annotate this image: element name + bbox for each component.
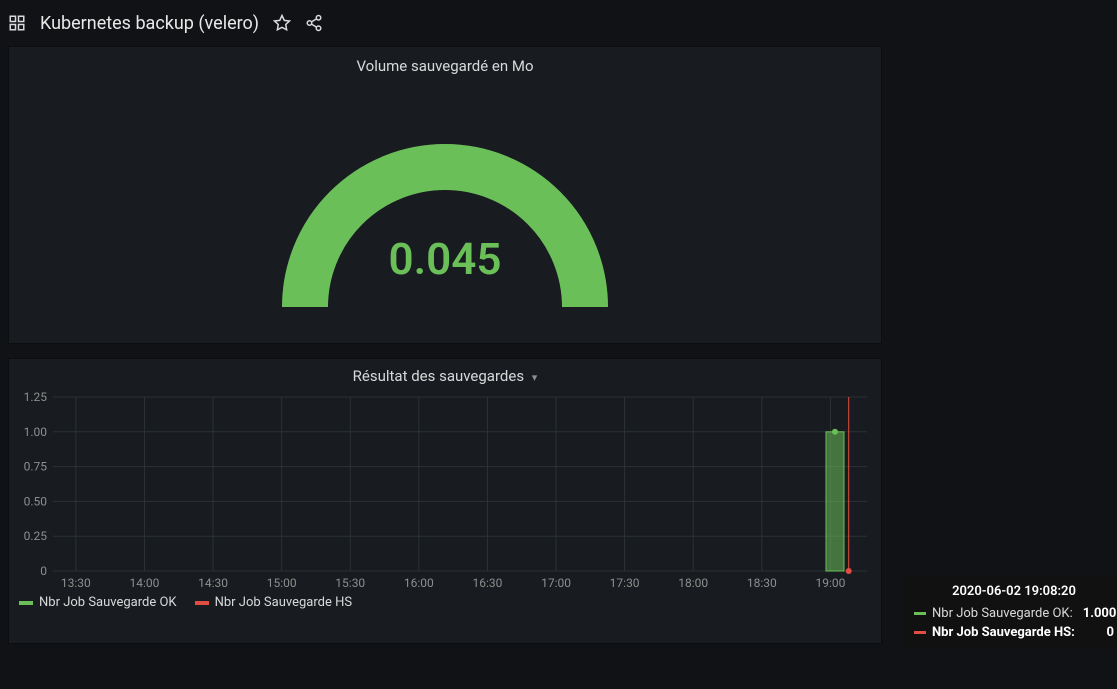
tooltip-label-ok: Nbr Job Sauvegarde OK: — [932, 604, 1073, 624]
gauge-chart — [275, 117, 615, 337]
svg-text:14:30: 14:30 — [198, 576, 228, 590]
results-chart: 0 0.25 0.50 0.75 1.00 1.25 13:30 14:00 14:30 15:0… — [17, 391, 873, 591]
dashboard-icon — [8, 14, 26, 32]
svg-text:0.75: 0.75 — [24, 460, 48, 474]
svg-text:18:30: 18:30 — [747, 576, 777, 590]
dashboard-header: Kubernetes backup (velero) — [0, 0, 1117, 46]
gauge-panel[interactable]: Volume sauvegardé en Mo 0.045 — [8, 46, 882, 344]
legend-swatch-hs — [195, 601, 209, 605]
svg-text:19:00: 19:00 — [815, 576, 845, 590]
gauge-value: 0.045 — [9, 233, 881, 285]
legend-label-hs: Nbr Job Sauvegarde HS — [215, 595, 352, 610]
svg-text:16:00: 16:00 — [404, 576, 434, 590]
svg-text:17:00: 17:00 — [541, 576, 571, 590]
svg-text:0.25: 0.25 — [24, 529, 48, 543]
legend-item-hs[interactable]: Nbr Job Sauvegarde HS — [195, 595, 352, 610]
tooltip-label-hs: Nbr Job Sauvegarde HS: — [932, 623, 1075, 643]
svg-text:0.50: 0.50 — [24, 494, 48, 508]
svg-text:13:30: 13:30 — [61, 576, 91, 590]
tooltip-value-hs: 0 — [1107, 623, 1114, 643]
chevron-down-icon: ▾ — [532, 371, 538, 384]
svg-text:1.00: 1.00 — [24, 425, 48, 439]
svg-text:15:30: 15:30 — [335, 576, 365, 590]
results-panel-title[interactable]: Résultat des sauvegardes ▾ — [9, 359, 881, 391]
share-icon[interactable] — [305, 14, 323, 32]
chart-tooltip: 2020-06-02 19:08:20 Nbr Job Sauvegarde O… — [904, 576, 1117, 649]
legend-item-ok[interactable]: Nbr Job Sauvegarde OK — [19, 595, 177, 610]
svg-text:14:00: 14:00 — [130, 576, 160, 590]
legend-swatch-ok — [19, 601, 33, 605]
gauge-panel-title: Volume sauvegardé en Mo — [9, 47, 881, 75]
svg-text:15:00: 15:00 — [267, 576, 297, 590]
svg-text:18:00: 18:00 — [678, 576, 708, 590]
tooltip-swatch-ok — [914, 612, 926, 615]
svg-text:0: 0 — [40, 564, 47, 578]
svg-text:17:30: 17:30 — [610, 576, 640, 590]
star-icon[interactable] — [273, 14, 291, 32]
results-legend: Nbr Job Sauvegarde OK Nbr Job Sauvegarde… — [9, 591, 881, 618]
tooltip-time: 2020-06-02 19:08:20 — [914, 582, 1114, 602]
results-title-text: Résultat des sauvegardes — [353, 367, 524, 385]
results-panel[interactable]: Résultat des sauvegardes ▾ 0 0.25 0.50 0.75… — [8, 358, 882, 644]
tooltip-value-ok: 1.000 — [1083, 604, 1117, 624]
svg-text:1.25: 1.25 — [24, 391, 48, 404]
dashboard-title[interactable]: Kubernetes backup (velero) — [40, 13, 259, 34]
legend-label-ok: Nbr Job Sauvegarde OK — [39, 595, 177, 610]
svg-text:16:30: 16:30 — [472, 576, 502, 590]
tooltip-swatch-hs — [914, 631, 926, 634]
